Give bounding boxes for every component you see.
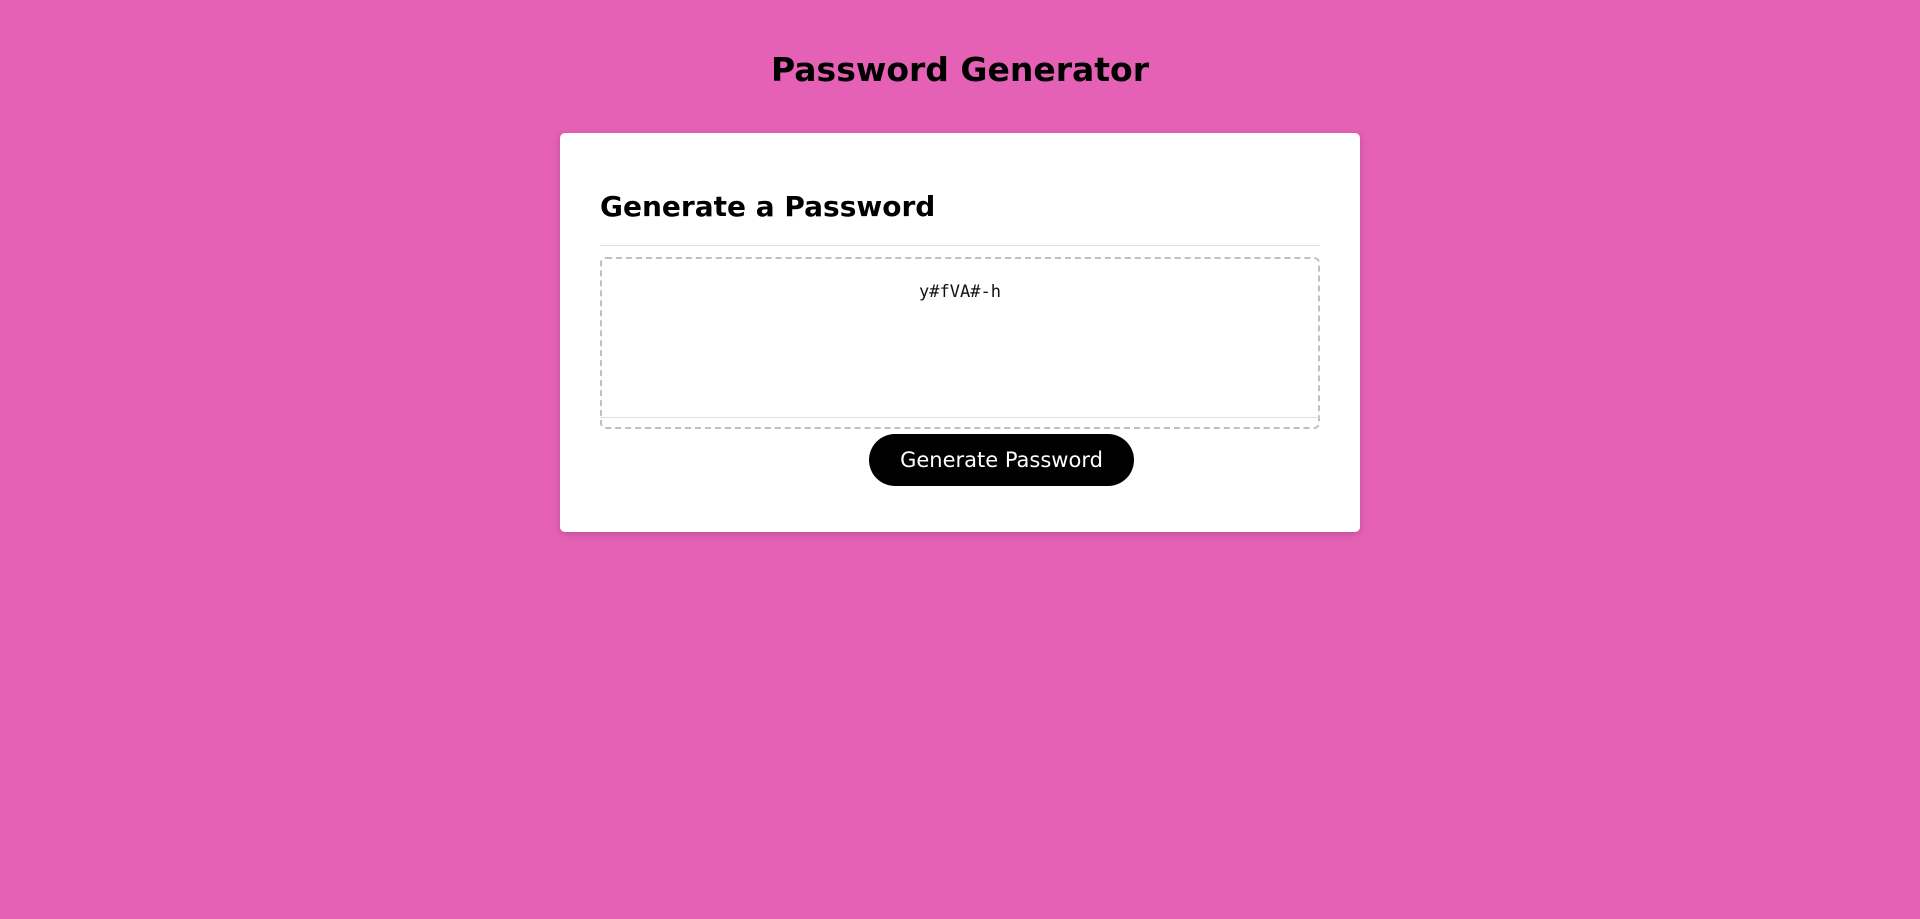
- password-card: Generate a Password y#fVA#-h Generate Pa…: [560, 133, 1360, 532]
- generate-password-button[interactable]: Generate Password: [869, 434, 1134, 486]
- password-output[interactable]: y#fVA#-h: [600, 257, 1320, 429]
- page-title: Password Generator: [770, 50, 1149, 89]
- card-footer: Generate Password: [600, 417, 1320, 486]
- card-header: Generate a Password: [600, 185, 1320, 246]
- card-heading: Generate a Password: [600, 190, 936, 223]
